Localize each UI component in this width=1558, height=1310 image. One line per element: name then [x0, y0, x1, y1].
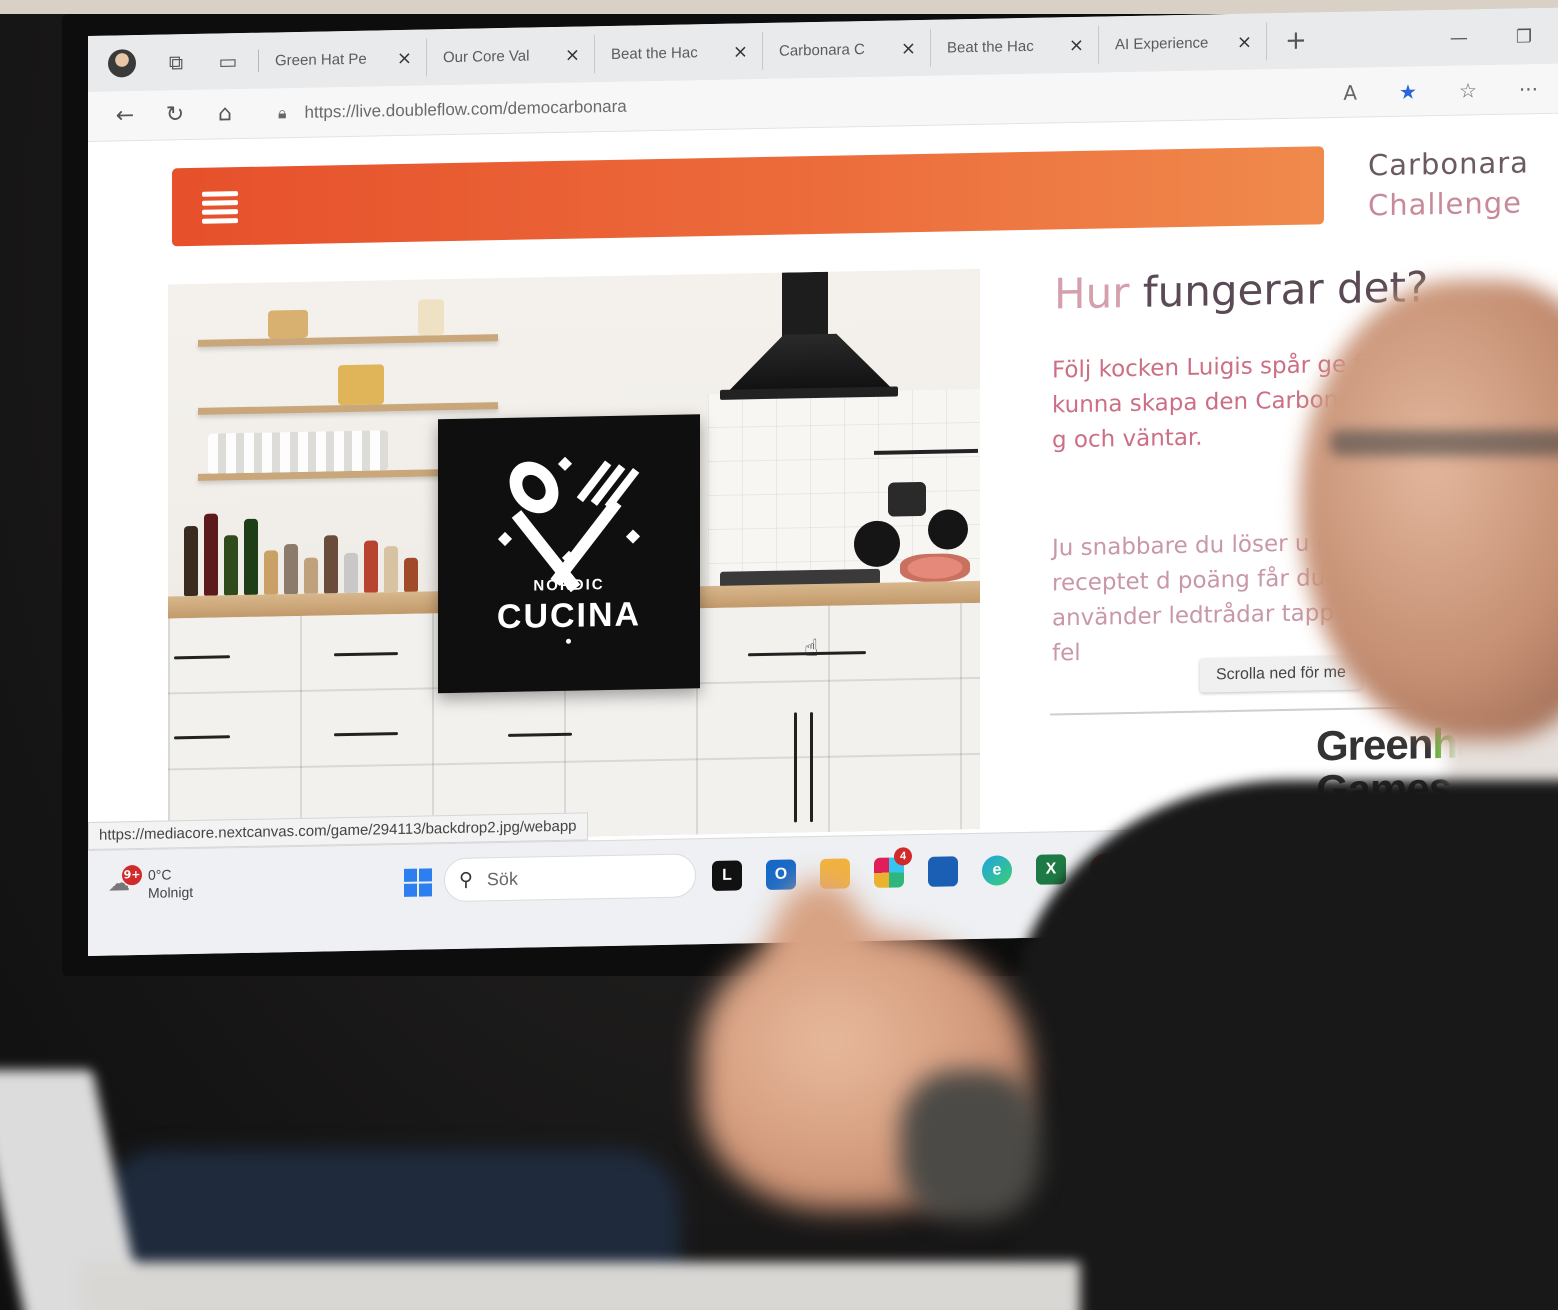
jar: [338, 364, 384, 406]
back-icon[interactable]: ←: [112, 103, 138, 128]
vase: [418, 299, 444, 336]
favorite-star-icon[interactable]: ★: [1399, 79, 1417, 103]
door-handle: [810, 712, 813, 823]
home-icon[interactable]: ⌂: [212, 101, 238, 126]
tab-beat-the-hack-1[interactable]: Beat the Hac ×: [595, 32, 763, 74]
weather-temperature: 0°C: [148, 866, 172, 883]
tab-label: Carbonara C: [779, 40, 865, 60]
address-bar-actions: A ★ ☆ ···: [1343, 77, 1538, 105]
bowl: [268, 309, 308, 339]
favorites-icon[interactable]: ☆: [1459, 78, 1477, 102]
tab-carbonara[interactable]: Carbonara C ×: [763, 28, 931, 71]
top-banner: [172, 146, 1324, 247]
new-tab-button[interactable]: +: [1285, 26, 1307, 56]
how-it-works-heading: Hur fungerar det?: [1054, 262, 1428, 318]
minimize-icon[interactable]: —: [1450, 27, 1468, 48]
hand-cursor-icon: ☝︎: [804, 633, 819, 663]
refresh-icon[interactable]: ↻: [162, 102, 188, 127]
url-field[interactable]: https://live.doubleflow.com/democarbonar…: [305, 96, 627, 122]
brand-line-1: Carbonara: [1368, 145, 1529, 183]
tab-our-core-values[interactable]: Our Core Val ×: [427, 35, 595, 77]
glasses: [1330, 430, 1558, 456]
site-info-icon[interactable]: 🔒︎: [278, 103, 287, 123]
person-body: [1010, 780, 1558, 1310]
shelf: [198, 334, 498, 347]
table: [80, 1262, 1080, 1310]
tab-green-hat[interactable]: Green Hat Pe ×: [259, 38, 427, 80]
door-handle: [794, 712, 797, 823]
close-icon[interactable]: ×: [1069, 34, 1084, 55]
restore-icon[interactable]: ❐: [1516, 26, 1532, 47]
menu-icon[interactable]: [202, 191, 238, 224]
close-icon[interactable]: ×: [1237, 31, 1252, 52]
notification-badge: 9+: [122, 864, 142, 886]
logo-nordic-text: NORDIC: [533, 576, 605, 595]
photo-scene: ⧉ ▭ Green Hat Pe × Our Core Val × Beat t…: [0, 0, 1558, 1310]
search-placeholder: Sök: [486, 868, 518, 889]
weather-text: 0°C Molnigt: [148, 865, 193, 902]
edge-app-icon[interactable]: e: [982, 855, 1012, 886]
workspaces-icon[interactable]: ⧉: [164, 50, 188, 74]
nordic-cucina-logo: NORDIC CUCINA: [438, 414, 700, 694]
tab-label: Our Core Val: [443, 47, 530, 66]
taskbar-search[interactable]: ⚲ Sök: [444, 853, 696, 903]
more-options-icon[interactable]: ···: [1519, 77, 1538, 101]
close-icon[interactable]: ×: [733, 41, 748, 62]
windows-start-button[interactable]: [404, 868, 432, 897]
weather-description: Molnigt: [148, 883, 194, 901]
tab-label: Beat the Hac: [947, 37, 1034, 57]
weather-widget[interactable]: ☁ 9+ 0°C Molnigt: [108, 864, 193, 903]
tab-ai-experience[interactable]: AI Experience ×: [1099, 22, 1267, 64]
search-icon: ⚲: [459, 868, 473, 891]
tab-label: Green Hat Pe: [275, 50, 367, 69]
heading-first-word: Hur: [1054, 268, 1130, 319]
excel-app-icon[interactable]: X: [1036, 854, 1066, 885]
widget-app-icon[interactable]: L: [712, 860, 742, 892]
profile-avatar[interactable]: [108, 49, 136, 78]
tab-label: Beat the Hac: [611, 43, 698, 63]
scroll-hint-tooltip: Scrolla ned för me: [1200, 655, 1362, 693]
cloud-icon: ☁ 9+: [108, 864, 142, 898]
tab-actions-icon[interactable]: ▭: [216, 49, 240, 73]
tab-beat-the-hack-2[interactable]: Beat the Hac ×: [931, 25, 1099, 67]
range-hood: [728, 333, 892, 392]
logo-dot: [566, 638, 571, 644]
logo-cucina-text: CUCINA: [496, 595, 642, 637]
slack-app-icon[interactable]: 4: [874, 847, 912, 888]
wristwatch: [900, 1070, 1040, 1220]
bottles: [184, 509, 434, 597]
plant-pot: [888, 481, 926, 517]
close-icon[interactable]: ×: [901, 38, 916, 59]
meat: [900, 553, 970, 583]
window-controls: — ❐: [1450, 26, 1532, 49]
outlook-app-icon[interactable]: O: [766, 859, 796, 890]
read-aloud-icon[interactable]: A: [1343, 80, 1357, 104]
close-icon[interactable]: ×: [565, 44, 580, 65]
brand-title: Carbonara Challenge: [1368, 142, 1529, 225]
kitchen-backdrop-image: NORDIC CUCINA ☝︎: [168, 268, 980, 845]
store-app-icon[interactable]: [928, 856, 958, 887]
notification-badge: 4: [894, 847, 912, 866]
close-icon[interactable]: ×: [397, 47, 412, 68]
brand-line-2: Challenge: [1368, 185, 1522, 223]
range-hood: [782, 271, 828, 343]
spoon-fork-icon: [497, 456, 641, 593]
glasses-row: [208, 430, 388, 474]
tab-label: AI Experience: [1115, 33, 1209, 53]
